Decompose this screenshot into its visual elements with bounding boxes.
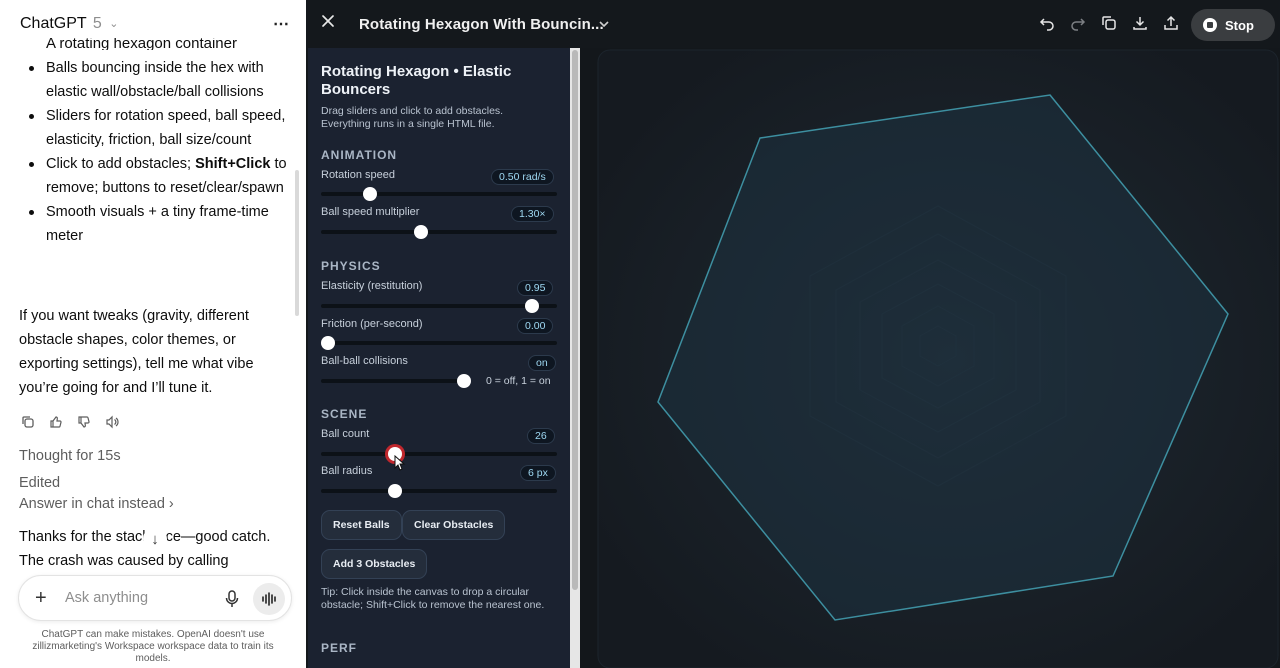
friction-label: Friction (per-second) (321, 318, 423, 330)
chat-scrollbar[interactable] (295, 170, 299, 316)
ball-collisions-slider[interactable] (321, 374, 471, 388)
list-item-bold: Shift+Click (195, 156, 271, 172)
disclaimer: ChatGPT can make mistakes. OpenAI doesn'… (32, 629, 274, 664)
copy-icon[interactable] (1101, 14, 1117, 32)
chevron-right-icon: › (168, 496, 174, 512)
control-panel: Rotating Hexagon • Elastic Bouncers Drag… (308, 48, 570, 668)
panel-title: Rotating Hexagon • Elastic Bouncers (321, 63, 512, 98)
ball-count-label: Ball count (321, 428, 370, 440)
reply-text: The crash was caused by calling (19, 553, 229, 569)
hexagon-scene[interactable] (596, 48, 1280, 668)
ball-count-slider[interactable] (321, 447, 557, 461)
ball-speed-value: 1.30× (511, 206, 554, 222)
thought-duration[interactable]: Thought for 15s (19, 448, 121, 464)
thumbs-up-icon[interactable] (46, 412, 65, 431)
canvas-panel: Rotating Hexagon With Bouncin... Stop Ro… (306, 0, 1280, 668)
friction-slider[interactable] (321, 336, 557, 350)
slider-thumb[interactable] (414, 225, 429, 239)
rotation-speed-slider[interactable] (321, 187, 557, 201)
ball-collisions-label: Ball-ball collisions (321, 355, 408, 367)
slider-thumb[interactable] (321, 336, 335, 350)
answer-in-chat-link[interactable]: Answer in chat instead › (19, 496, 174, 512)
voice-mode-icon[interactable] (253, 583, 285, 615)
add-obstacles-button[interactable]: Add 3 Obstacles (321, 549, 428, 579)
model-version: 5 (92, 15, 102, 32)
close-icon[interactable] (320, 13, 336, 29)
read-aloud-icon[interactable] (102, 412, 121, 431)
friction-value: 0.00 (517, 318, 554, 334)
slider-thumb[interactable] (457, 374, 471, 388)
canvas-title[interactable]: Rotating Hexagon With Bouncin... (359, 16, 604, 33)
feature-list: Balls bouncing inside the hex with elast… (18, 56, 288, 248)
ball-radius-slider[interactable] (321, 484, 557, 498)
list-item: Sliders for rotation speed, ball speed, … (18, 104, 288, 152)
elasticity-value: 0.95 (517, 280, 554, 296)
canvas-toolbar: Rotating Hexagon With Bouncin... Stop (306, 0, 1280, 48)
tip-text: Tip: Click inside the canvas to drop a c… (321, 586, 545, 611)
slider-thumb[interactable] (387, 484, 402, 498)
chat-panel: ChatGPT 5 ⌄ ⋯ A rotating hexagon contain… (0, 0, 306, 668)
cursor-icon (394, 455, 406, 471)
slider-thumb[interactable] (363, 187, 378, 201)
followup-paragraph: If you want tweaks (gravity, different o… (19, 308, 254, 396)
ball-radius-value: 6 px (520, 465, 556, 481)
section-perf: PERF (321, 641, 358, 655)
reply-text: Thanks for the stack (19, 529, 150, 545)
elasticity-slider[interactable] (321, 299, 557, 313)
section-scene: SCENE (321, 407, 368, 421)
microphone-icon[interactable] (223, 589, 241, 609)
clipped-text: A rotating hexagon container (46, 38, 237, 50)
simulation-canvas[interactable] (596, 48, 1280, 668)
ball-radius-label: Ball radius (321, 465, 373, 477)
model-switcher[interactable]: ChatGPT 5 ⌄ (20, 15, 118, 33)
list-item: Click to add obstacles; Shift+Click to r… (18, 152, 288, 200)
rotation-speed-label: Rotation speed (321, 169, 395, 181)
ball-count-value: 26 (527, 428, 555, 444)
rotation-speed-value: 0.50 rad/s (491, 169, 554, 185)
collisions-hint: 0 = off, 1 = on (486, 375, 551, 387)
chevron-down-icon[interactable] (598, 17, 610, 35)
answer-in-chat-label: Answer in chat instead (19, 496, 165, 512)
list-item: Smooth visuals + a tiny frame-time meter (18, 200, 288, 248)
share-icon[interactable] (1163, 14, 1179, 32)
copy-icon[interactable] (18, 412, 37, 431)
plus-icon[interactable]: + (35, 587, 47, 610)
chevron-down-icon: ⌄ (109, 18, 119, 30)
stop-label: Stop (1225, 17, 1254, 33)
redo-icon[interactable] (1070, 14, 1086, 32)
stop-icon (1203, 18, 1217, 32)
scroll-down-icon[interactable]: ↓ (143, 527, 167, 551)
panel-scrollbar[interactable] (570, 48, 580, 668)
ball-speed-slider[interactable] (321, 225, 557, 239)
list-item: Balls bouncing inside the hex with elast… (18, 56, 288, 104)
more-options-icon[interactable]: ⋯ (273, 14, 290, 34)
canvas-actions (1039, 14, 1179, 32)
stop-button[interactable]: Stop (1191, 9, 1275, 41)
slider-thumb[interactable] (525, 299, 540, 313)
message-actions (18, 412, 121, 431)
section-animation: ANIMATION (321, 148, 398, 162)
ball-speed-label: Ball speed multiplier (321, 206, 420, 218)
reset-balls-button[interactable]: Reset Balls (321, 510, 402, 540)
panel-description: Drag sliders and click to add obstacles.… (321, 105, 504, 130)
app-name: ChatGPT (20, 15, 87, 32)
elasticity-label: Elasticity (restitution) (321, 280, 423, 292)
edited-label: Edited (19, 475, 61, 491)
download-icon[interactable] (1132, 14, 1148, 32)
section-physics: PHYSICS (321, 259, 381, 273)
composer-input[interactable]: Ask anything (65, 590, 148, 606)
ball-collisions-value: on (528, 355, 556, 371)
list-item-text: Click to add obstacles; (46, 156, 196, 172)
thumbs-down-icon[interactable] (74, 412, 93, 431)
composer: + Ask anything (18, 575, 292, 621)
reply-text: ce—good catch. (165, 529, 271, 545)
undo-icon[interactable] (1039, 14, 1055, 32)
clear-obstacles-button[interactable]: Clear Obstacles (402, 510, 506, 540)
